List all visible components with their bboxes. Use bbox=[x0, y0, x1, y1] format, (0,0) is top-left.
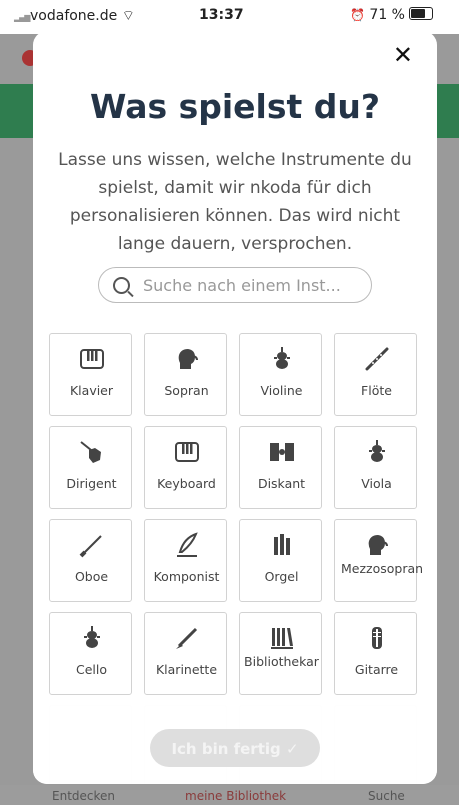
conductor-hand-icon bbox=[50, 439, 133, 465]
flute-icon bbox=[335, 346, 418, 372]
instrument-tile-komponist[interactable]: Komponist bbox=[144, 519, 227, 602]
cello-icon bbox=[50, 625, 133, 651]
instrument-search-input[interactable] bbox=[141, 274, 365, 296]
quill-icon bbox=[145, 532, 228, 558]
instrument-tile-oboe[interactable]: Oboe bbox=[49, 519, 132, 602]
oboe-icon bbox=[50, 532, 133, 558]
dialog-description: Lasse uns wissen, welche Instrumente du … bbox=[58, 150, 412, 254]
instrument-tile-sopran[interactable]: Sopran bbox=[144, 333, 227, 416]
instrument-tile-viola[interactable]: Viola bbox=[334, 426, 417, 509]
instrument-label: Diskant bbox=[257, 476, 306, 491]
instrument-label: Klarinette bbox=[155, 662, 218, 677]
clarinet-icon bbox=[145, 625, 228, 651]
instrument-label: Violine bbox=[260, 383, 303, 398]
battery-icon bbox=[408, 7, 433, 20]
library-icon bbox=[240, 625, 323, 651]
instrument-tile-dirigent[interactable]: Dirigent bbox=[49, 426, 132, 509]
signal-icon: ▂▄▆ bbox=[14, 13, 31, 22]
instrument-tile-cello[interactable]: Cello bbox=[49, 612, 132, 695]
instrument-label: Flöte bbox=[361, 383, 392, 398]
instrument-tile-gitarre[interactable]: Gitarre bbox=[334, 612, 417, 695]
tab-suche[interactable]: Suche bbox=[368, 789, 405, 803]
close-icon[interactable]: ✕ bbox=[393, 43, 413, 67]
instrument-label: Viola bbox=[361, 476, 392, 491]
instrument-tile-bibliothekar[interactable]: Bibliothekar bbox=[239, 612, 322, 695]
instrument-label: Bibliothekar bbox=[244, 654, 319, 669]
instrument-tile-mezzosopran[interactable]: Mezzosopran bbox=[334, 519, 424, 602]
instrument-label: Klavier bbox=[69, 383, 114, 398]
instrument-picker-dialog: ✕ Was spielst du? Lasse uns wissen, welc… bbox=[33, 31, 437, 784]
status-bar: ▂▄▆ vodafone.de ⌔ 13:37 ⏰ 71 % bbox=[0, 0, 459, 34]
instrument-label: Dirigent bbox=[66, 476, 117, 491]
instrument-search[interactable] bbox=[98, 267, 372, 303]
battery-indicator: ⏰ 71 % bbox=[350, 7, 433, 23]
instrument-tile-diskant[interactable]: Diskant bbox=[239, 426, 322, 509]
instrument-label: Sopran bbox=[164, 383, 209, 398]
singer-icon bbox=[335, 532, 418, 558]
clock: 13:37 bbox=[199, 7, 244, 23]
instrument-tile-violine[interactable]: Violine bbox=[239, 333, 322, 416]
instrument-label: Cello bbox=[75, 662, 107, 677]
guitar-icon bbox=[335, 625, 418, 651]
dialog-title: Was spielst du? bbox=[89, 87, 381, 126]
carrier-label: vodafone.de ⌔ bbox=[30, 8, 135, 24]
instrument-label: Gitarre bbox=[354, 662, 399, 677]
instrument-tile-keyboard[interactable]: Keyboard bbox=[144, 426, 227, 509]
background-tab-bar: Entdecken meine Bibliothek Suche bbox=[0, 785, 459, 805]
singer-icon bbox=[145, 346, 228, 372]
alarm-icon: ⏰ bbox=[350, 8, 365, 22]
violin-icon bbox=[240, 346, 323, 372]
done-button[interactable]: Ich bin fertig ✓ bbox=[150, 729, 320, 767]
instrument-tile-klavier[interactable]: Klavier bbox=[49, 333, 132, 416]
viola-icon bbox=[335, 439, 418, 465]
search-icon bbox=[113, 276, 130, 294]
piano-icon bbox=[50, 346, 133, 372]
instrument-label: Mezzosopran bbox=[341, 561, 424, 576]
tab-meine-bibliothek[interactable]: meine Bibliothek bbox=[185, 789, 286, 803]
keyboard-icon bbox=[145, 439, 228, 465]
diskant-icon bbox=[240, 439, 323, 465]
instrument-tile-orgel[interactable]: Orgel bbox=[239, 519, 322, 602]
instrument-label: Oboe bbox=[74, 569, 109, 584]
organ-icon bbox=[240, 532, 323, 558]
wifi-icon: ⌔ bbox=[121, 8, 135, 24]
instrument-label: Orgel bbox=[264, 569, 299, 584]
instrument-tile-klarinette[interactable]: Klarinette bbox=[144, 612, 227, 695]
instrument-label: Komponist bbox=[153, 569, 220, 584]
instrument-tile-floete[interactable]: Flöte bbox=[334, 333, 417, 416]
instrument-label: Keyboard bbox=[157, 476, 216, 491]
tab-entdecken[interactable]: Entdecken bbox=[52, 789, 115, 803]
